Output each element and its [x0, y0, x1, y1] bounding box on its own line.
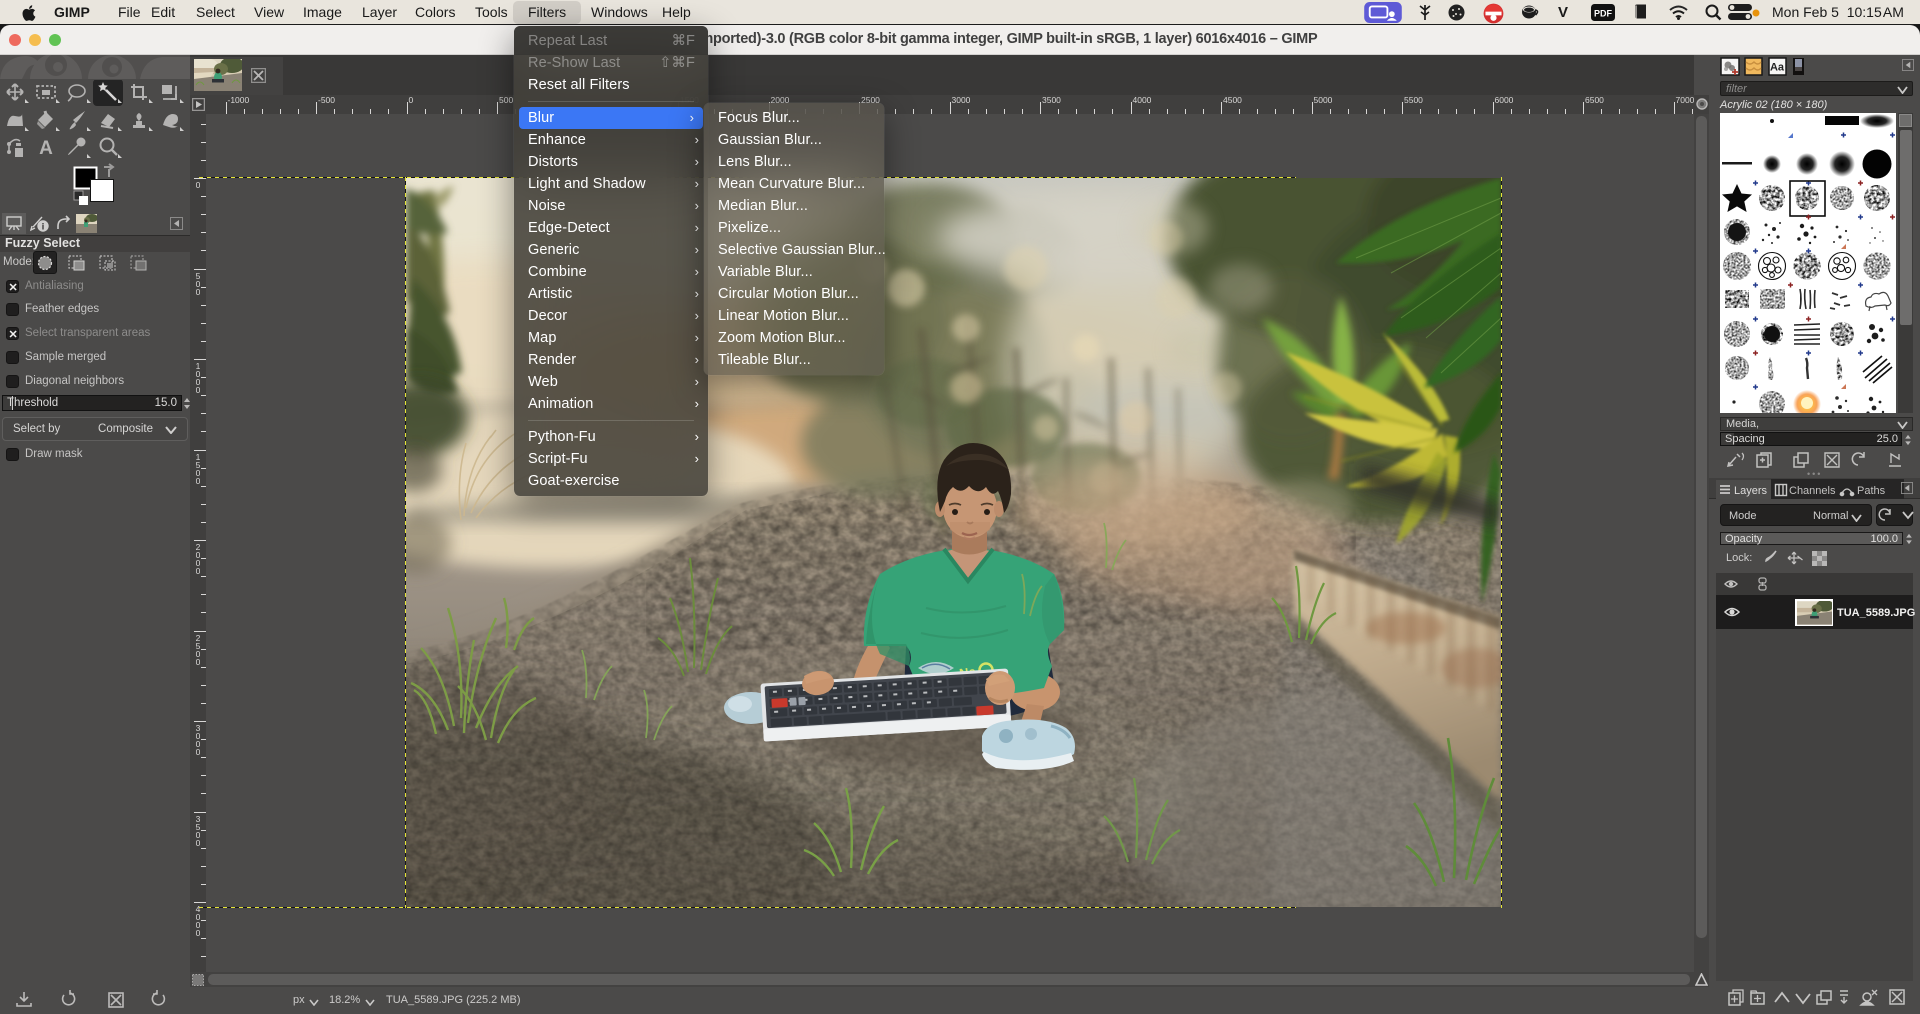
svg-text:Layers: Layers [1734, 485, 1768, 497]
svg-text:PDF: PDF [1594, 9, 1613, 19]
svg-text:Channels: Channels [1789, 485, 1836, 497]
svg-text:A: A [39, 138, 53, 159]
svg-text:i: i [42, 222, 45, 232]
svg-text:Aa: Aa [1770, 62, 1785, 74]
svg-text:Paths: Paths [1857, 485, 1886, 497]
